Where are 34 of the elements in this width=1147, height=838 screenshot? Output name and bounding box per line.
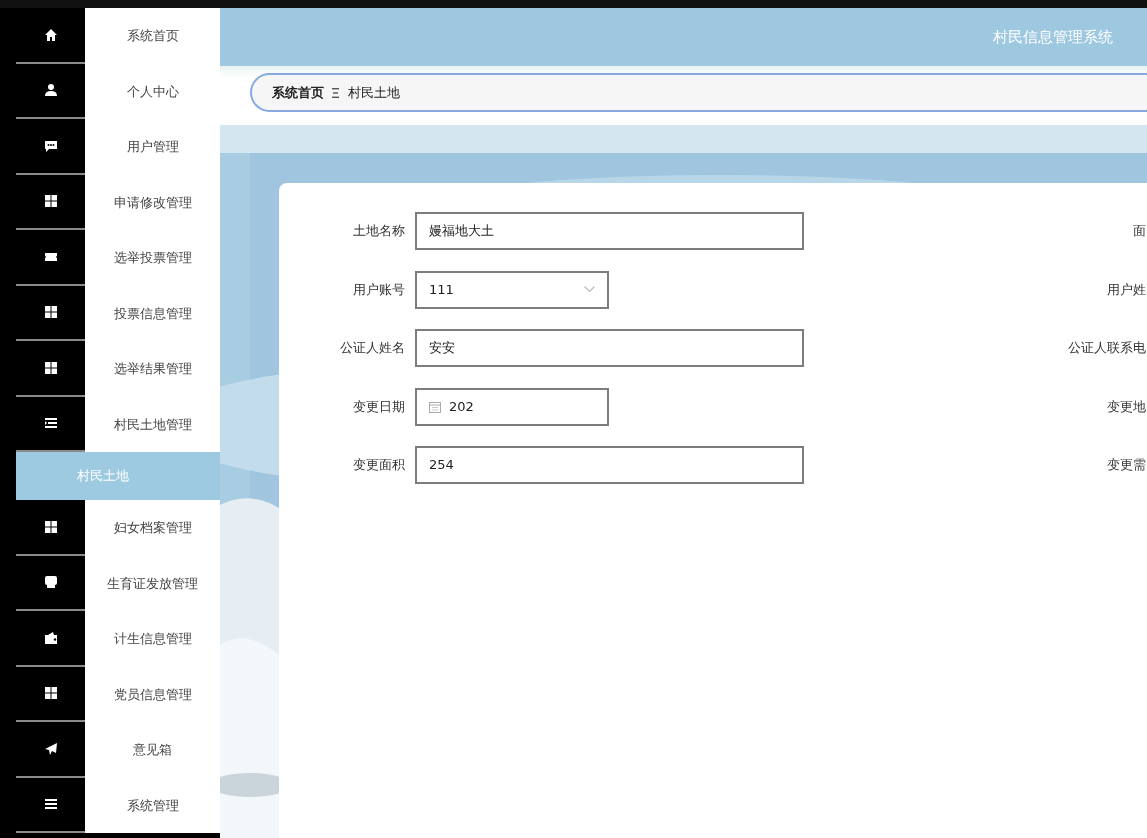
input-field[interactable]: 嫚福地大土 <box>415 212 804 250</box>
home-icon <box>43 27 58 42</box>
grid-icon <box>43 305 58 320</box>
menu-icon <box>43 797 58 812</box>
select-field[interactable]: 111 <box>415 270 609 309</box>
field-label: 变更需 <box>1107 457 1146 473</box>
calendar-icon <box>429 400 441 413</box>
breadcrumb-link[interactable]: 村民土地 <box>348 82 400 103</box>
field-label: 变更地 <box>1107 398 1146 414</box>
field-label: 土地名称 <box>352 222 406 241</box>
field-label: 公证人姓名 <box>339 339 406 358</box>
grid-icon <box>43 194 58 209</box>
printer-icon <box>43 575 58 590</box>
field-label: 公证人联系电 <box>1068 340 1146 356</box>
grid-icon <box>43 686 58 701</box>
field-label: 用户账号 <box>352 280 406 299</box>
wallet-icon <box>43 630 58 645</box>
field-label: 用户姓 <box>1107 281 1146 297</box>
field-label: 变更面积 <box>352 456 406 475</box>
chevron-down-icon <box>584 286 595 293</box>
input-field[interactable]: 安安 <box>415 329 804 367</box>
chat-icon <box>43 138 58 153</box>
grid-icon <box>43 360 58 375</box>
field-label: 变更日期 <box>352 397 406 416</box>
date-field[interactable]: 202 <box>415 387 609 426</box>
list-icon <box>43 416 58 431</box>
user-icon <box>43 83 58 98</box>
app-title: 村民信息管理系统 <box>993 26 1113 48</box>
breadcrumb-link[interactable]: 系统首页 <box>272 82 324 103</box>
grid-icon <box>43 519 58 534</box>
field-label: 面 <box>1133 223 1146 239</box>
input-field[interactable]: 254 <box>415 446 804 484</box>
separator-icon <box>332 87 340 98</box>
paper-plane-icon <box>43 741 58 756</box>
